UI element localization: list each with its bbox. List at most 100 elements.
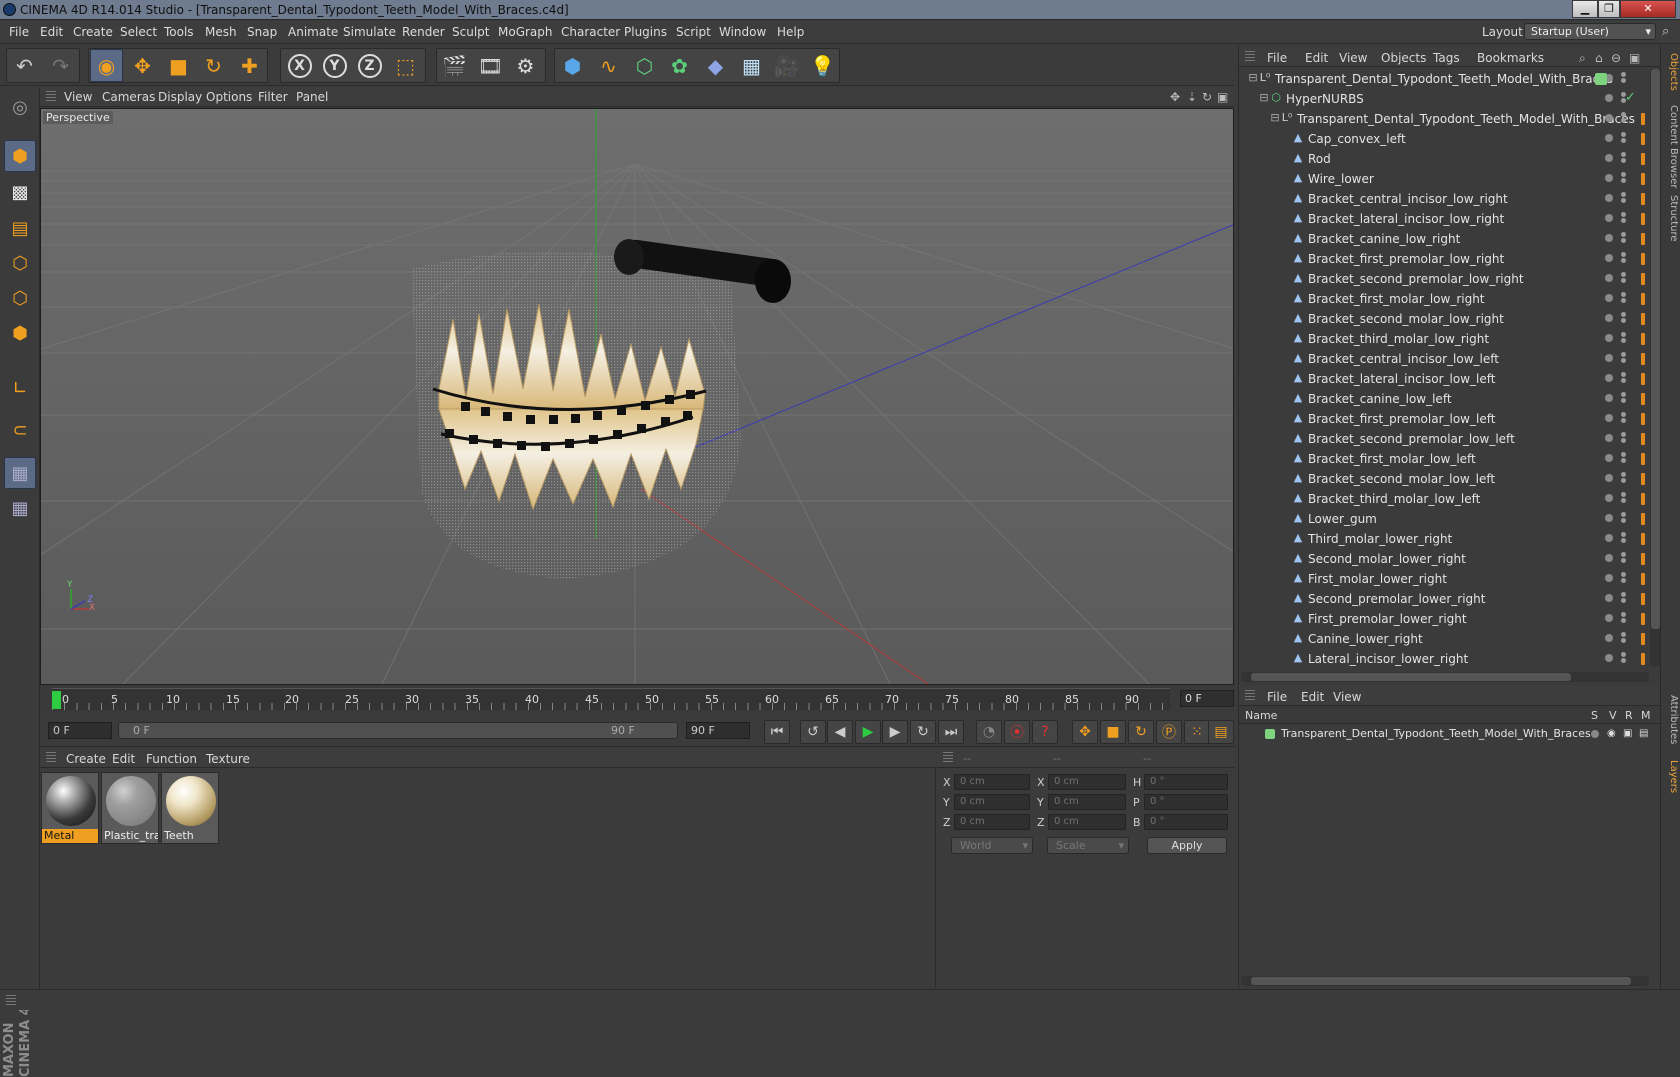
play-icon[interactable]: ▶ bbox=[855, 720, 881, 744]
menu-select[interactable]: Select bbox=[120, 25, 157, 39]
scrollbar-thumb[interactable] bbox=[1651, 69, 1660, 629]
material-tag-icon[interactable] bbox=[1641, 253, 1645, 265]
object-row[interactable]: ▲ First_molar_lower_right bbox=[1239, 569, 1649, 589]
layer-indicator[interactable] bbox=[1605, 294, 1613, 302]
material-tag-icon[interactable] bbox=[1641, 633, 1645, 645]
material-tag-icon[interactable] bbox=[1641, 193, 1645, 205]
visibility-toggle[interactable] bbox=[1621, 272, 1626, 277]
visibility-toggle[interactable] bbox=[1621, 552, 1626, 557]
model-mode-icon[interactable]: ⬢ bbox=[4, 140, 36, 172]
visibility-toggle[interactable] bbox=[1621, 432, 1626, 437]
polygons-mode-icon[interactable]: ⬢ bbox=[4, 317, 36, 349]
material-menu-edit[interactable]: Edit bbox=[112, 752, 135, 766]
objects-menu-view[interactable]: View bbox=[1339, 51, 1367, 65]
recent-tools-icon[interactable]: ✚ bbox=[233, 49, 266, 82]
workplane-mode-icon[interactable]: ▤ bbox=[4, 212, 36, 244]
coordinate-system-icon[interactable]: ⬚ bbox=[389, 49, 422, 82]
key-parameter-icon[interactable]: Ⓟ bbox=[1156, 720, 1182, 744]
object-row[interactable]: ▲ Second_premolar_lower_right bbox=[1239, 589, 1649, 609]
material-menu-function[interactable]: Function bbox=[146, 752, 197, 766]
object-row[interactable]: ▲ First_premolar_lower_right bbox=[1239, 609, 1649, 629]
position-x-field[interactable]: 0 cm bbox=[954, 774, 1030, 790]
deformer-icon[interactable]: ◆ bbox=[699, 49, 732, 82]
menu-window[interactable]: Window bbox=[719, 25, 766, 39]
object-row[interactable]: ▲ Lower_gum bbox=[1239, 509, 1649, 529]
layer-indicator[interactable] bbox=[1605, 514, 1613, 522]
material-tag-icon[interactable] bbox=[1641, 553, 1645, 565]
material-tag-icon[interactable] bbox=[1641, 473, 1645, 485]
size-mode-dropdown[interactable]: Scale ▾ bbox=[1047, 837, 1129, 854]
scrollbar-thumb[interactable] bbox=[1251, 673, 1571, 681]
visibility-toggle[interactable] bbox=[1621, 132, 1626, 137]
redo-icon[interactable]: ↷ bbox=[44, 49, 77, 82]
rotation-h-field[interactable]: 0 ° bbox=[1144, 774, 1228, 790]
workplane-rotate-icon[interactable]: ▦ bbox=[4, 492, 36, 524]
material-tag-icon[interactable] bbox=[1641, 393, 1645, 405]
material-tag-icon[interactable] bbox=[1641, 433, 1645, 445]
start-frame-field[interactable]: 0 F bbox=[48, 722, 112, 739]
layer-indicator[interactable] bbox=[1605, 334, 1613, 342]
visibility-toggle[interactable] bbox=[1621, 452, 1626, 457]
layer-indicator[interactable] bbox=[1605, 394, 1613, 402]
key-pla-icon[interactable]: ⁙ bbox=[1184, 720, 1210, 744]
rotate-icon[interactable]: ↻ bbox=[197, 49, 230, 82]
object-row[interactable]: ▲ Rod bbox=[1239, 149, 1649, 169]
object-row[interactable]: ▲ Cap_convex_left bbox=[1239, 129, 1649, 149]
layer-solo-toggle[interactable] bbox=[1591, 730, 1599, 738]
position-y-field[interactable]: 0 cm bbox=[954, 794, 1030, 810]
object-row[interactable]: ▲ Bracket_lateral_incisor_low_left bbox=[1239, 369, 1649, 389]
layers-menu-edit[interactable]: Edit bbox=[1301, 690, 1324, 704]
object-row[interactable]: ▲ Bracket_central_incisor_low_right bbox=[1239, 189, 1649, 209]
maximize-button[interactable]: ❐ bbox=[1598, 0, 1620, 18]
visibility-toggle[interactable] bbox=[1621, 212, 1626, 217]
visibility-toggle[interactable] bbox=[1621, 652, 1626, 657]
viewport-maximize-icon[interactable]: ▣ bbox=[1217, 90, 1228, 104]
rotation-p-field[interactable]: 0 ° bbox=[1144, 794, 1228, 810]
menu-snap[interactable]: Snap bbox=[247, 25, 277, 39]
objects-menu-file[interactable]: File bbox=[1267, 51, 1287, 65]
material-tag-icon[interactable] bbox=[1641, 573, 1645, 585]
visibility-toggle[interactable] bbox=[1621, 112, 1626, 117]
rotation-b-field[interactable]: 0 ° bbox=[1144, 814, 1228, 830]
layer-indicator[interactable] bbox=[1605, 234, 1613, 242]
tab-structure[interactable]: Structure bbox=[1663, 195, 1679, 242]
menu-file[interactable]: File bbox=[9, 25, 29, 39]
viewport-rotate-icon[interactable]: ↻ bbox=[1202, 90, 1212, 104]
size-x-field[interactable]: 0 cm bbox=[1048, 774, 1126, 790]
layer-indicator[interactable] bbox=[1605, 174, 1613, 182]
size-y-field[interactable]: 0 cm bbox=[1048, 794, 1126, 810]
autokey-icon[interactable]: ? bbox=[1032, 720, 1058, 744]
viewport-3d[interactable]: Perspective Y X Z bbox=[40, 108, 1234, 685]
material-tag-icon[interactable] bbox=[1641, 133, 1645, 145]
scale-icon[interactable]: ■ bbox=[162, 49, 195, 82]
objects-menu-edit[interactable]: Edit bbox=[1305, 51, 1328, 65]
light-icon[interactable]: 💡 bbox=[806, 49, 839, 82]
live-selection-icon[interactable]: ◉ bbox=[90, 49, 123, 82]
texture-mode-icon[interactable]: ▩ bbox=[4, 176, 36, 208]
object-row[interactable]: ▲ Bracket_canine_low_right bbox=[1239, 229, 1649, 249]
material-tag-icon[interactable] bbox=[1641, 533, 1645, 545]
subdivision-surface-icon[interactable]: ⬡ bbox=[628, 49, 661, 82]
eye-icon[interactable]: ◉ bbox=[1607, 728, 1616, 739]
viewport-camera-label[interactable]: Perspective bbox=[43, 111, 113, 124]
visibility-toggle[interactable] bbox=[1621, 172, 1626, 177]
position-z-field[interactable]: 0 cm bbox=[954, 814, 1030, 830]
apply-button[interactable]: Apply bbox=[1147, 837, 1227, 854]
cube-primitive-icon[interactable]: ⬢ bbox=[556, 49, 589, 82]
menu-script[interactable]: Script bbox=[676, 25, 711, 39]
render-icon[interactable]: ▣ bbox=[1623, 728, 1632, 739]
material-menu-create[interactable]: Create bbox=[66, 752, 106, 766]
object-row[interactable]: ▲ Bracket_second_premolar_low_right bbox=[1239, 269, 1649, 289]
layer-indicator[interactable] bbox=[1605, 414, 1613, 422]
enabled-check-icon[interactable]: ✓ bbox=[1625, 90, 1636, 105]
object-row[interactable]: ▲ Bracket_central_incisor_low_left bbox=[1239, 349, 1649, 369]
material-tag-icon[interactable] bbox=[1641, 613, 1645, 625]
timeline-ruler[interactable]: 0 5 10 15 20 25 30 35 40 45 50 55 60 65 … bbox=[52, 688, 1170, 710]
material-tag-icon[interactable] bbox=[1641, 333, 1645, 345]
previous-frame-icon[interactable]: ◀ bbox=[827, 720, 853, 744]
axis-mode-icon[interactable]: ∟ bbox=[4, 372, 36, 404]
layer-indicator[interactable] bbox=[1605, 434, 1613, 442]
workplane-lock-icon[interactable]: ▦ bbox=[4, 457, 36, 489]
object-row[interactable]: ▲ Third_molar_lower_right bbox=[1239, 529, 1649, 549]
object-row[interactable]: ▲ Bracket_first_premolar_low_left bbox=[1239, 409, 1649, 429]
